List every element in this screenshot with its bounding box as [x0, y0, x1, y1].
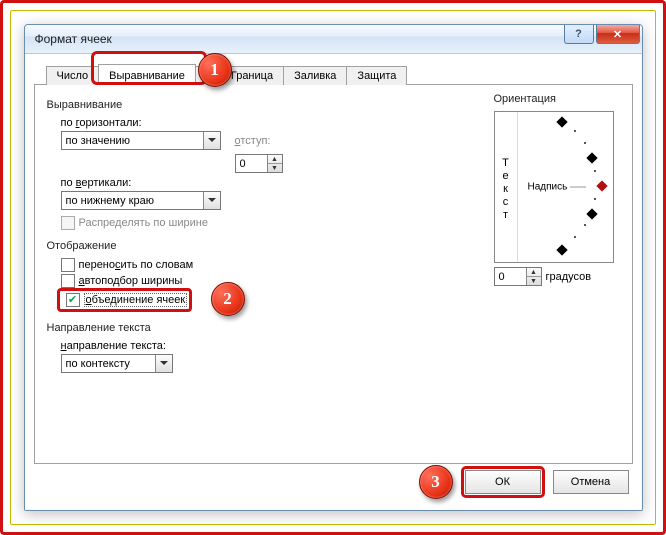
horizontal-combo[interactable]: по значению [61, 131, 221, 150]
tab-fill[interactable]: Заливка [283, 66, 347, 85]
highlight-ok: ОК [461, 466, 545, 498]
footer-buttons: 3 ОК Отмена [419, 465, 629, 499]
titlebar: Формат ячеек ? ✕ [25, 25, 642, 54]
orientation-dial[interactable]: Надпись [518, 112, 613, 262]
tabpage-alignment: Ориентация Текст [34, 84, 633, 464]
ok-button[interactable]: ОК [465, 470, 541, 494]
orientation-horizontal-text: Надпись [528, 182, 587, 193]
textdir-combo[interactable]: по контексту [61, 354, 173, 373]
badge-3: 3 [419, 465, 453, 499]
vertical-combo[interactable]: по нижнему краю [61, 191, 221, 210]
cancel-button[interactable]: Отмена [553, 470, 629, 494]
highlight-merge: ✔объединение ячеек [57, 288, 193, 312]
orientation-box[interactable]: Текст [494, 111, 614, 263]
orientation-degrees-input[interactable]: 0 ▲▼ [494, 267, 542, 286]
orientation-panel: Ориентация Текст [494, 89, 614, 286]
orientation-label: Ориентация [494, 93, 614, 105]
content-area: Число Выравнивание т Граница Заливка Защ… [25, 54, 642, 510]
tabs: Число Выравнивание т Граница Заливка Защ… [46, 60, 633, 84]
orientation-vertical-text[interactable]: Текст [495, 112, 518, 262]
annotation-frame-inner: Формат ячеек ? ✕ Число Выравнивание т Гр… [10, 10, 656, 525]
close-button[interactable]: ✕ [596, 25, 640, 44]
badge-2: 2 [211, 282, 245, 316]
orientation-degrees-label: градусов [546, 271, 592, 283]
badge-1: 1 [198, 53, 232, 87]
annotation-frame-outer: Формат ячеек ? ✕ Число Выравнивание т Гр… [0, 0, 666, 535]
merge-checkbox[interactable]: ✔объединение ячеек [66, 293, 188, 307]
dialog-window: Формат ячеек ? ✕ Число Выравнивание т Гр… [24, 24, 643, 511]
indent-input[interactable]: 0▲▼ [235, 154, 283, 173]
tab-protection[interactable]: Защита [346, 66, 407, 85]
indent-label: отступ: [235, 135, 271, 147]
help-button[interactable]: ? [564, 25, 594, 44]
tab-alignment[interactable]: Выравнивание [98, 64, 196, 85]
direction-group-label: Направление текста [47, 322, 620, 334]
window-title: Формат ячеек [35, 32, 112, 46]
tab-number[interactable]: Число [46, 66, 100, 85]
textdir-label: направление текста: [61, 340, 620, 352]
